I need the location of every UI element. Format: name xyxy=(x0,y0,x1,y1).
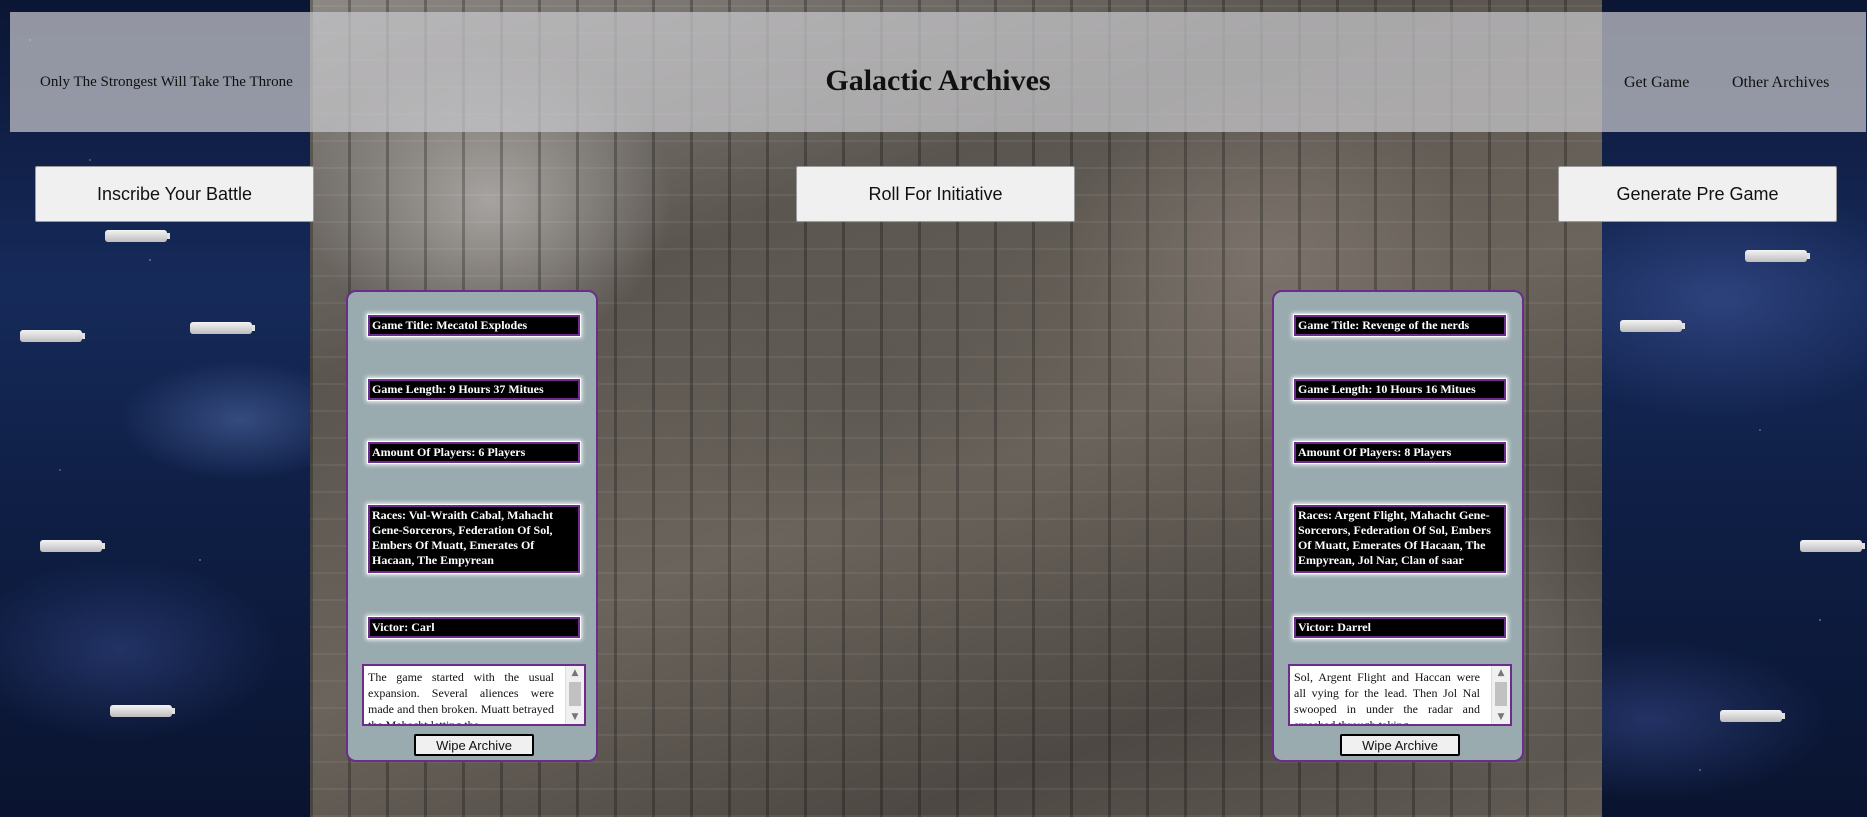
scroll-thumb[interactable] xyxy=(1495,682,1507,706)
game-summary-text: The game started with the usual expansio… xyxy=(368,670,554,726)
generate-pre-game-button[interactable]: Generate Pre Game xyxy=(1558,166,1837,222)
site-tagline: Only The Strongest Will Take The Throne xyxy=(40,74,293,90)
ship-decoration xyxy=(1720,710,1782,722)
game-length-field: Game Length: 10 Hours 16 Mitues xyxy=(1293,378,1507,401)
wipe-archive-button[interactable]: Wipe Archive xyxy=(1340,734,1460,756)
player-count-field: Amount Of Players: 6 Players xyxy=(367,441,581,464)
game-title-field: Game Title: Mecatol Explodes xyxy=(367,314,581,337)
scroll-down-icon[interactable]: ▼ xyxy=(566,710,584,724)
game-length-field: Game Length: 9 Hours 37 Mitues xyxy=(367,378,581,401)
ship-decoration xyxy=(20,330,82,342)
game-summary-text: Sol, Argent Flight and Haccan were all v… xyxy=(1294,670,1480,726)
races-field: Races: Argent Flight, Mahacht Gene-Sorce… xyxy=(1293,504,1507,574)
scroll-down-icon[interactable]: ▼ xyxy=(1492,710,1510,724)
ship-decoration xyxy=(1745,250,1807,262)
archive-card: Game Title: Mecatol Explodes Game Length… xyxy=(346,290,598,762)
wipe-archive-button[interactable]: Wipe Archive xyxy=(414,734,534,756)
inscribe-battle-button[interactable]: Inscribe Your Battle xyxy=(35,166,314,222)
archive-card: Game Title: Revenge of the nerds Game Le… xyxy=(1272,290,1524,762)
victor-field: Victor: Darrel xyxy=(1293,616,1507,639)
ship-decoration xyxy=(105,230,167,242)
nav-other-archives-link[interactable]: Other Archives xyxy=(1732,74,1829,92)
ship-decoration xyxy=(1800,540,1862,552)
scroll-up-icon[interactable]: ▲ xyxy=(1492,666,1510,680)
ship-decoration xyxy=(1620,320,1682,332)
player-count-field: Amount Of Players: 8 Players xyxy=(1293,441,1507,464)
victor-field: Victor: Carl xyxy=(367,616,581,639)
game-summary-textarea[interactable]: The game started with the usual expansio… xyxy=(362,664,586,726)
scroll-up-icon[interactable]: ▲ xyxy=(566,666,584,680)
nav-get-game-link[interactable]: Get Game xyxy=(1624,74,1689,92)
ship-decoration xyxy=(40,540,102,552)
ship-decoration xyxy=(190,322,252,334)
game-title-field: Game Title: Revenge of the nerds xyxy=(1293,314,1507,337)
summary-scrollbar[interactable]: ▲ ▼ xyxy=(565,666,584,724)
game-summary-textarea[interactable]: Sol, Argent Flight and Haccan were all v… xyxy=(1288,664,1512,726)
races-field: Races: Vul-Wraith Cabal, Mahacht Gene-So… xyxy=(367,504,581,574)
roll-initiative-button[interactable]: Roll For Initiative xyxy=(796,166,1075,222)
ship-decoration xyxy=(110,705,172,717)
scroll-thumb[interactable] xyxy=(569,682,581,706)
summary-scrollbar[interactable]: ▲ ▼ xyxy=(1491,666,1510,724)
site-header: Only The Strongest Will Take The Throne … xyxy=(10,12,1866,132)
